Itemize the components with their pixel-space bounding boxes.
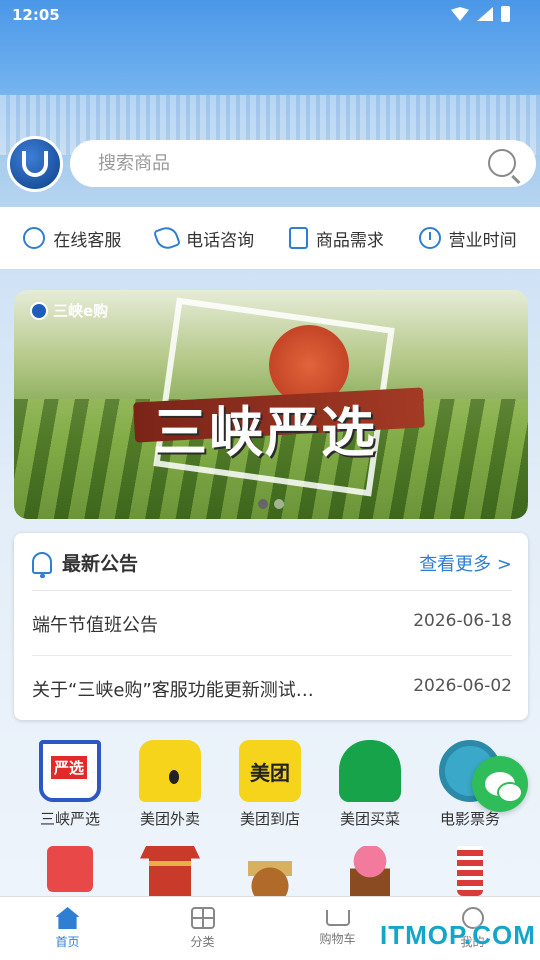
phone-icon: [153, 223, 182, 253]
service-label: 在线客服: [53, 230, 122, 251]
category-icon: [190, 907, 215, 929]
carousel-dot[interactable]: [274, 499, 284, 509]
banner-title: 三峡严选: [153, 400, 377, 464]
notice-header: 最新公告: [32, 549, 139, 578]
meituan-waimai-icon: [139, 740, 201, 802]
notice-card: 最新公告 查看更多 > 端午节值班公告 2026-06-18 关于“三峡e购”客…: [14, 533, 528, 720]
grid-item-meituan-waimai[interactable]: 美团外卖: [120, 740, 220, 829]
banner-brand-text: 三峡e购: [53, 302, 109, 320]
home-icon: [55, 907, 80, 929]
cart-icon: [325, 910, 350, 926]
grid-item-sanxia-yanxuan[interactable]: 三峡严选: [20, 740, 120, 829]
drink-cup-icon: [457, 846, 483, 896]
carousel-dot[interactable]: [258, 499, 268, 509]
promo-banner[interactable]: 三峡e购 三峡严选: [14, 290, 528, 519]
document-icon: [288, 227, 308, 249]
signal-icon: [477, 7, 493, 21]
grid-item-label: 美团外卖: [139, 810, 200, 828]
wechat-icon: [485, 772, 523, 803]
banner-brand: 三峡e购: [30, 300, 108, 321]
status-icons: [451, 6, 510, 22]
grid-item[interactable]: [20, 846, 120, 896]
wechat-float-button[interactable]: [472, 756, 528, 812]
grid-item-meituan-daodian[interactable]: 美团 美团到店: [220, 740, 320, 829]
bell-icon: [32, 551, 52, 578]
red-box-icon: [47, 846, 93, 892]
elephant-icon: [339, 740, 401, 802]
grid-item-label: 美团买菜: [339, 810, 400, 828]
carousel-dots: [14, 499, 528, 509]
service-grid: 三峡严选 美团外卖 美团 美团到店 美团买菜 电影票务: [20, 740, 520, 829]
notice-item-date: 2026-06-18: [413, 611, 512, 631]
search-input[interactable]: [98, 153, 458, 174]
logo-mark-icon: [22, 151, 48, 177]
notice-title: 最新公告: [62, 553, 139, 575]
service-bar: 在线客服 电话咨询 商品需求 营业时间: [0, 207, 540, 269]
gate-icon: [140, 846, 200, 896]
yanxuan-cart-icon: [39, 740, 101, 802]
notice-item-title: 端午节值班公告: [32, 615, 158, 636]
app-logo: [7, 136, 63, 192]
tab-home[interactable]: 首页: [0, 897, 135, 960]
brand-logo-icon: [30, 301, 48, 320]
tab-label: 首页: [55, 935, 80, 949]
service-online-chat[interactable]: 在线客服: [23, 226, 121, 251]
service-label: 商品需求: [315, 230, 384, 251]
battery-icon: [501, 6, 510, 22]
search-bar[interactable]: [70, 140, 536, 187]
grid-item[interactable]: [220, 846, 320, 896]
grid-item-label: 电影票务: [439, 810, 500, 828]
tab-category[interactable]: 分类: [135, 897, 270, 960]
watermark: ITMOP.COM: [380, 920, 536, 950]
grid-item-label: 美团到店: [239, 810, 300, 828]
notice-item[interactable]: 端午节值班公告 2026-06-18: [32, 590, 512, 637]
view-more-link[interactable]: 查看更多 >: [419, 550, 512, 576]
meituan-icon: 美团: [239, 740, 301, 802]
service-business-hours[interactable]: 营业时间: [418, 226, 517, 251]
chat-bubble-icon: [23, 227, 46, 249]
service-label: 营业时间: [448, 230, 517, 251]
grid-item[interactable]: [320, 846, 420, 896]
search-icon[interactable]: [488, 149, 516, 177]
grid-item[interactable]: [120, 846, 220, 896]
service-label: 电话咨询: [186, 230, 255, 251]
grid-item[interactable]: [420, 846, 520, 896]
service-grid-row-2: [20, 846, 520, 896]
grid-item-label: 三峡严选: [39, 810, 100, 828]
grid-item-meituan-maicai[interactable]: 美团买菜: [320, 740, 420, 829]
service-product-request[interactable]: 商品需求: [288, 226, 384, 251]
notice-item-date: 2026-06-02: [413, 676, 512, 696]
status-time: 12:05: [12, 6, 60, 24]
tab-label: 分类: [190, 935, 215, 949]
rice-icon: [248, 846, 292, 896]
wifi-icon: [451, 7, 469, 21]
clock-icon: [418, 227, 441, 249]
cupcake-icon: [350, 846, 390, 896]
tab-label: 购物车: [319, 932, 356, 946]
notice-item[interactable]: 关于“三峡e购”客服功能更新测试… 2026-06-02: [32, 655, 512, 702]
status-bar: 12:05: [0, 0, 540, 30]
notice-item-title: 关于“三峡e购”客服功能更新测试…: [32, 680, 314, 701]
service-phone[interactable]: 电话咨询: [153, 223, 255, 253]
